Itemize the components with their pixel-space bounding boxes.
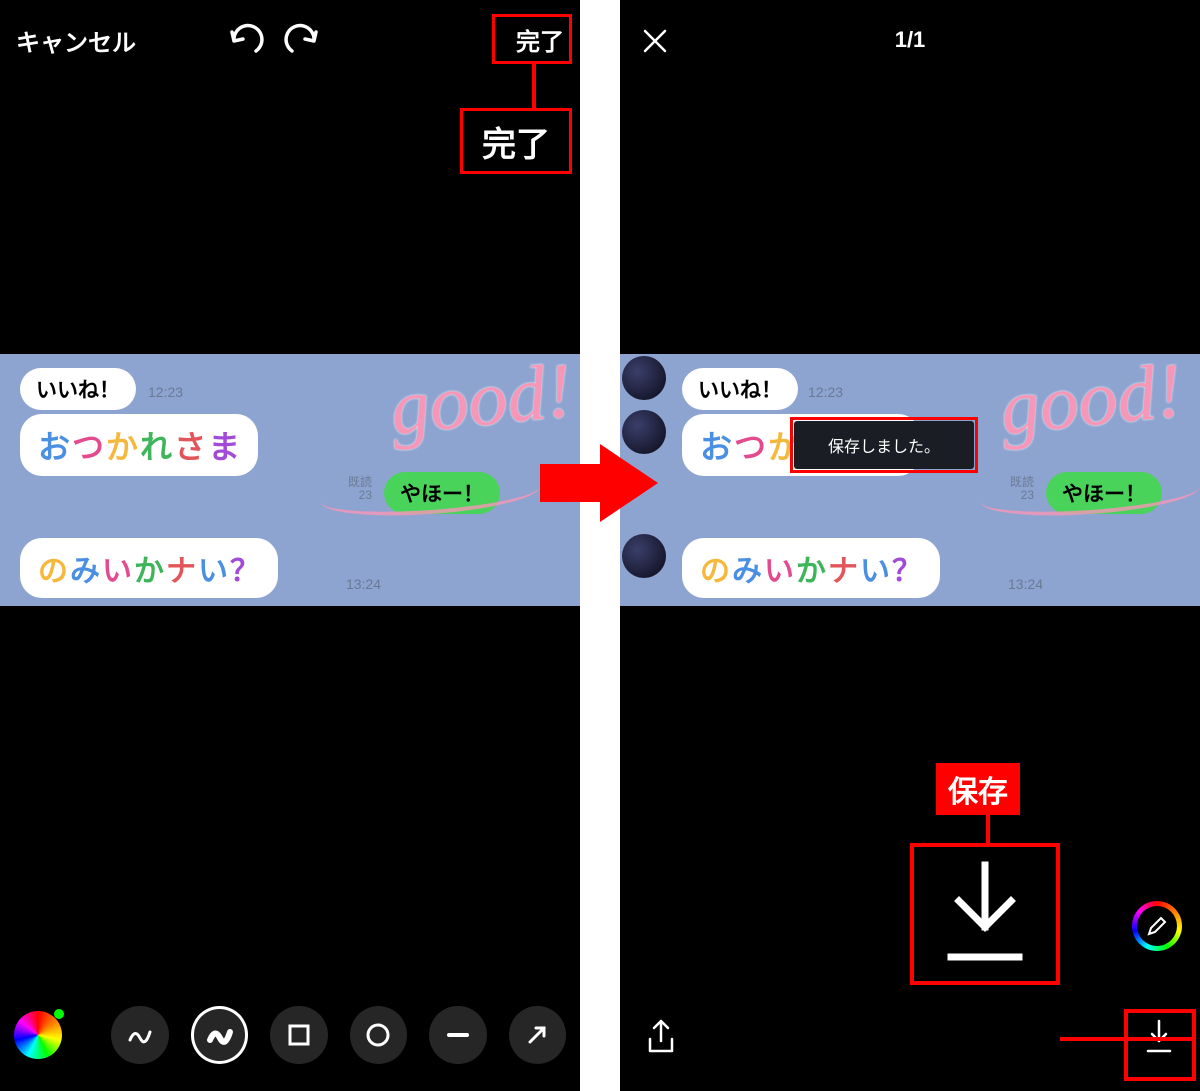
shape-line-icon[interactable]	[429, 1006, 486, 1064]
page-counter: 1/1	[620, 27, 1200, 53]
chat-bubble-otsukare: おつかれさま	[20, 414, 258, 476]
viewer-screen: 1/1 いいね！ 12:23 おつかれさま 既読23 やほー！ のみいかナい？	[620, 0, 1200, 1091]
chat-read-indicator: 既読23	[1010, 476, 1034, 502]
chat-bubble-iine: いいね！	[20, 368, 136, 410]
close-icon[interactable]	[640, 26, 670, 61]
viewer-top-bar: 1/1	[620, 0, 1200, 80]
callout-save: 保存	[936, 763, 1020, 815]
handwriting-good: good!	[996, 354, 1186, 453]
highlight-done	[492, 14, 572, 64]
shape-square-icon[interactable]	[270, 1006, 327, 1064]
chat-read-indicator: 既読23	[348, 476, 372, 502]
saved-image: いいね！ 12:23 おつかれさま 既読23 やほー！ のみいかナい？ 13:2…	[620, 354, 1200, 606]
callout-done: 完了	[460, 108, 572, 174]
chat-bubble-nomi: のみいかナい？	[20, 538, 278, 598]
avatar	[622, 534, 666, 578]
chat-time: 12:23	[148, 384, 183, 400]
highlight-connector	[532, 64, 536, 108]
drawing-toolbar	[0, 999, 580, 1071]
callout-download-enlarged	[910, 843, 1060, 985]
pen-thick-icon[interactable]	[191, 1006, 248, 1064]
tutorial-arrow-icon	[540, 438, 660, 533]
redo-icon[interactable]	[284, 23, 322, 57]
chat-time-2: 13:24	[346, 576, 381, 592]
chat-bubble-nomi: のみいかナい？	[682, 538, 940, 598]
chat-time: 12:23	[808, 384, 843, 400]
highlight-download	[1124, 1009, 1196, 1081]
chat-time-2: 13:24	[1008, 576, 1043, 592]
undo-icon[interactable]	[226, 23, 264, 57]
download-icon	[935, 859, 1035, 969]
editing-image: いいね！ 12:23 おつかれさま 既読23 やほー！ のみいかナい？ 13:2…	[0, 354, 580, 606]
chat-bubble-yaho: やほー！	[384, 472, 500, 514]
color-picker-icon[interactable]	[14, 1011, 62, 1059]
edit-button[interactable]	[1132, 901, 1182, 951]
pencil-icon	[1146, 915, 1168, 937]
highlight-connector	[986, 815, 990, 843]
highlight-toast	[790, 417, 978, 473]
cancel-button[interactable]: キャンセル	[16, 23, 136, 58]
shape-circle-icon[interactable]	[350, 1006, 407, 1064]
shape-arrow-icon[interactable]	[509, 1006, 566, 1064]
pen-thin-icon[interactable]	[111, 1006, 168, 1064]
share-icon[interactable]	[644, 1017, 678, 1062]
chat-bubble-iine: いいね！	[682, 368, 798, 410]
chat-bubble-yaho: やほー！	[1046, 472, 1162, 514]
editor-screen: キャンセル 完了 完了 いいね！ 12:23 おつかれさま	[0, 0, 580, 1091]
avatar	[622, 356, 666, 400]
